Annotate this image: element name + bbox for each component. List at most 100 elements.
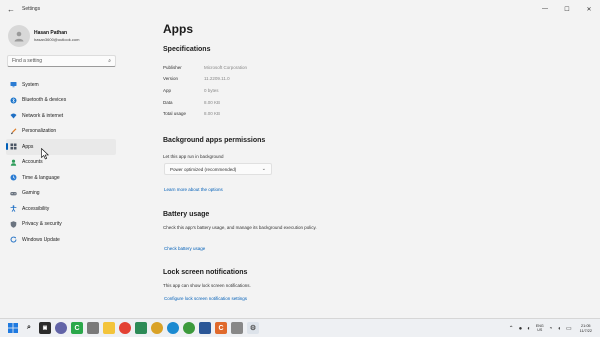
chrome-canary-icon[interactable] (151, 322, 163, 334)
sidebar-item-label: Network & internet (22, 112, 64, 119)
title-bar: ← Settings — ☐ ✕ (0, 0, 600, 18)
chat-app-icon[interactable] (55, 322, 67, 334)
recording-icon[interactable]: ● (519, 326, 523, 332)
spec-value: 0 bytes (204, 88, 219, 93)
spec-row-publisher: Publisher Microsoft Corporation (163, 65, 247, 70)
background-label: Let this app run in background (163, 154, 224, 159)
task-view-icon: ▣ (42, 325, 48, 331)
sidebar-item-label: Time & language (22, 174, 60, 181)
globe-clock-icon (10, 174, 17, 181)
mouse-cursor-icon (41, 148, 49, 160)
wifi-icon[interactable]: ◔ (549, 326, 553, 332)
sidebar-item-label: Windows Update (22, 236, 60, 243)
chrome-icon[interactable] (119, 322, 131, 334)
search-icon: ⌕ (108, 58, 111, 64)
clock-time: 21:05 (581, 323, 591, 328)
sidebar-item-apps[interactable]: Apps (6, 139, 116, 155)
spec-value: 8.00 KB (204, 100, 221, 105)
check-battery-usage-link[interactable]: Check battery usage (164, 246, 205, 251)
lock-screen-heading: Lock screen notifications (163, 269, 248, 276)
page-title: Apps (163, 22, 193, 36)
spec-row-total-usage: Total usage 8.00 KB (163, 111, 220, 116)
spec-key: Version (163, 76, 179, 81)
apps-icon (10, 143, 17, 150)
search-icon: ⌕ (27, 324, 31, 331)
gamepad-icon (10, 190, 17, 197)
sidebar-item-label: Accounts (22, 159, 43, 166)
sidebar-item-accessibility[interactable]: Accessibility (6, 201, 116, 217)
sidebar-item-label: Personalization (22, 128, 57, 135)
gear-icon: ⚙ (249, 325, 257, 332)
learn-more-link[interactable]: Learn more about the options (164, 187, 223, 192)
task-view-button[interactable]: ▣ (39, 322, 51, 334)
camtasia-editor-icon[interactable]: C (215, 322, 227, 334)
spec-key: Publisher (163, 65, 182, 70)
taskbar: ⌕ ▣ C C ⚙ ⌃ ● ◐ ENG US ◔ ◖ ▭ 21:05 11/7/… (0, 318, 600, 337)
accessibility-icon (10, 205, 17, 213)
back-button[interactable]: ← (3, 0, 19, 18)
camtasia-app-icon[interactable]: C (71, 322, 83, 334)
sidebar-item-label: Privacy & security (22, 221, 62, 228)
spec-key: Total usage (163, 111, 187, 116)
edge-icon[interactable] (167, 322, 179, 334)
sidebar-item-label: Bluetooth & devices (22, 97, 67, 104)
background-permissions-heading: Background apps permissions (163, 137, 266, 144)
close-button[interactable]: ✕ (578, 0, 600, 18)
sidebar-item-time-language[interactable]: Time & language (6, 170, 116, 186)
battery-description: Check this app's battery usage, and mana… (163, 225, 317, 230)
user-profile[interactable]: Hasan Pathan hasan3600@outlook.com (8, 25, 79, 47)
language-indicator[interactable]: ENG US (536, 324, 544, 333)
configure-lock-screen-link[interactable]: Configure lock screen notification setti… (164, 296, 247, 301)
battery-icon[interactable]: ▭ (566, 325, 572, 332)
monitor-icon (10, 81, 17, 88)
microphone-icon[interactable]: ◐ (527, 326, 531, 332)
volume-icon[interactable]: ◖ (557, 326, 561, 332)
person-icon (14, 31, 24, 42)
gallery-app-icon[interactable] (87, 322, 99, 334)
sidebar-item-network[interactable]: Network & internet (6, 108, 116, 124)
minimize-button[interactable]: — (534, 0, 556, 18)
search-input[interactable]: Find a setting ⌕ (7, 55, 116, 67)
shield-icon (10, 221, 17, 228)
sidebar: Hasan Pathan hasan3600@outlook.com Find … (0, 18, 130, 318)
search-placeholder: Find a setting (12, 58, 43, 64)
screen-recorder-icon[interactable] (199, 322, 211, 334)
sidebar-item-label: Apps (22, 143, 34, 150)
sidebar-item-privacy[interactable]: Privacy & security (6, 217, 116, 233)
battery-usage-heading: Battery usage (163, 211, 210, 218)
profile-name: Hasan Pathan (34, 30, 68, 36)
spec-value: 11.2209.11.0 (204, 76, 230, 81)
start-button[interactable] (7, 322, 19, 334)
sidebar-item-system[interactable]: System (6, 77, 116, 93)
spec-key: Data (163, 100, 173, 105)
excel-icon[interactable] (135, 322, 147, 334)
spec-value: 8.00 KB (204, 111, 221, 116)
background-permission-dropdown[interactable]: Power optimized (recommended) ⌄ (164, 163, 272, 175)
maximize-button[interactable]: ☐ (556, 0, 578, 18)
sidebar-item-accounts[interactable]: Accounts (6, 155, 116, 171)
notepad-icon[interactable] (231, 322, 243, 334)
sidebar-item-gaming[interactable]: Gaming (6, 186, 116, 202)
spec-value: Microsoft Corporation (204, 65, 248, 70)
clock[interactable]: 21:05 11/7/22 (580, 324, 592, 333)
profile-email: hasan3600@outlook.com (34, 37, 80, 42)
window-controls: — ☐ ✕ (534, 0, 600, 18)
chevron-up-icon[interactable]: ⌃ (509, 325, 514, 332)
sidebar-item-label: Gaming (22, 190, 40, 197)
region-code: US (537, 327, 543, 332)
spec-row-app: App 0 bytes (163, 88, 219, 93)
windows-logo-icon (8, 323, 18, 333)
search-taskbar-button[interactable]: ⌕ (23, 322, 35, 334)
settings-app-icon[interactable]: ⚙ (247, 322, 259, 334)
avatar (8, 25, 30, 47)
sidebar-item-bluetooth[interactable]: Bluetooth & devices (6, 93, 116, 109)
clock-date: 11/7/22 (579, 328, 592, 333)
sidebar-item-personalization[interactable]: Personalization (6, 124, 116, 140)
sidebar-item-windows-update[interactable]: Windows Update (6, 232, 116, 248)
chevron-down-icon: ⌄ (261, 166, 266, 172)
spec-key: App (163, 88, 172, 93)
chrome-dev-icon[interactable] (183, 322, 195, 334)
nav-list: System Bluetooth & devices Network & int… (6, 77, 116, 248)
file-explorer-icon[interactable] (103, 322, 115, 334)
wifi-icon (10, 112, 17, 119)
